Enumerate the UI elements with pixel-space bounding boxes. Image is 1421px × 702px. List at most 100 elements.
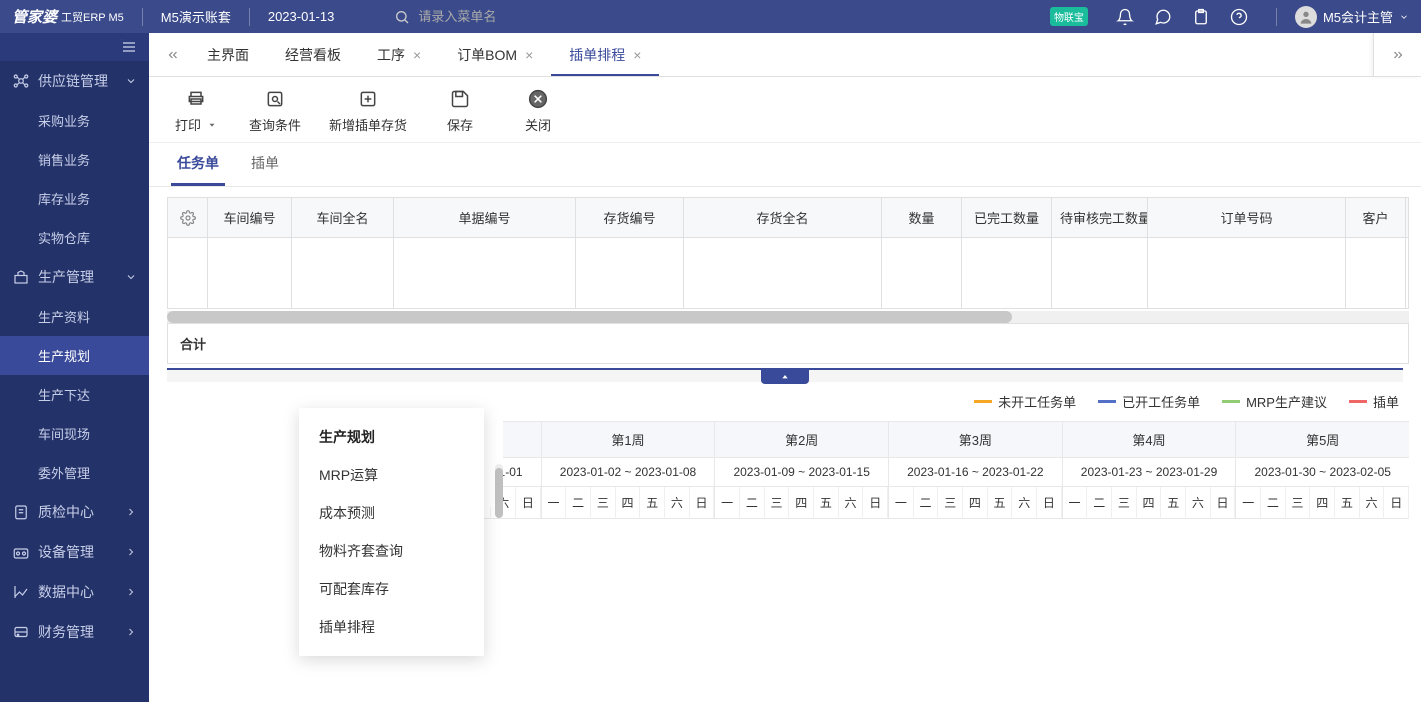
tab-prev-button[interactable] — [157, 33, 189, 76]
column-header[interactable]: 单据编号 — [394, 198, 576, 237]
menu-item[interactable]: 生产规划 — [0, 336, 149, 375]
menu-group-label: 数据中心 — [38, 582, 125, 602]
grid-settings-button[interactable] — [168, 198, 208, 237]
chevron-down-icon[interactable] — [1399, 12, 1409, 22]
column-header[interactable]: 已完工数量 — [962, 198, 1052, 237]
toolbar-打印[interactable]: 打印 — [171, 89, 221, 134]
submenu-item[interactable]: MRP运算 — [299, 456, 484, 494]
menu-group-1[interactable]: 生产管理 — [0, 257, 149, 297]
help-icon[interactable] — [1230, 8, 1248, 26]
menu-item[interactable]: 销售业务 — [0, 140, 149, 179]
gantt-day: 三 — [591, 487, 616, 519]
clipboard-icon[interactable] — [1192, 8, 1210, 26]
tab[interactable]: 工序× — [359, 33, 439, 76]
bell-icon[interactable] — [1116, 8, 1134, 26]
gantt-day: 日 — [863, 487, 888, 519]
tab-label: 订单BOM — [457, 45, 517, 65]
message-icon[interactable] — [1154, 8, 1172, 26]
submenu-item[interactable]: 插单排程 — [299, 608, 484, 646]
toolbar-新增插单存货[interactable]: 新增插单存货 — [329, 89, 407, 134]
toolbar-关闭[interactable]: 关闭 — [513, 89, 563, 134]
gantt-day: 四 — [789, 487, 814, 519]
grid-body[interactable] — [168, 238, 1408, 308]
chevron-icon — [125, 546, 137, 558]
gantt-day: 五 — [814, 487, 839, 519]
menu-item[interactable]: 委外管理 — [0, 453, 149, 492]
panel-collapse-handle[interactable] — [167, 368, 1403, 382]
search-input[interactable] — [418, 9, 538, 24]
submenu-item[interactable]: 物料齐套查询 — [299, 532, 484, 570]
menu-item[interactable]: 库存业务 — [0, 179, 149, 218]
subtab[interactable]: 任务单 — [171, 143, 225, 186]
toolbar-查询条件[interactable]: 查询条件 — [249, 89, 301, 134]
sidebar-collapse-button[interactable] — [0, 33, 149, 61]
menu-item[interactable]: 实物仓库 — [0, 218, 149, 257]
column-header[interactable]: 车间编号 — [208, 198, 292, 237]
menu-item[interactable]: 车间现场 — [0, 414, 149, 453]
menu-item[interactable]: 生产下达 — [0, 375, 149, 414]
user-name[interactable]: M5会计主管 — [1323, 7, 1393, 26]
gantt-week-col: 第2周2023-01-09 ~ 2023-01-15一二三四五六日 — [714, 421, 888, 519]
legend-item: 已开工任务单 — [1098, 392, 1200, 411]
avatar[interactable] — [1295, 6, 1317, 28]
gantt-day: 五 — [988, 487, 1013, 519]
tab[interactable]: 经营看板 — [267, 33, 359, 76]
gantt-range: 2023-01-02 ~ 2023-01-08 — [542, 458, 715, 487]
filter-scrollbar[interactable] — [495, 464, 503, 507]
gantt-day: 四 — [1137, 487, 1162, 519]
tool-label: 关闭 — [525, 115, 551, 134]
sidebar: 供应链管理采购业务销售业务库存业务实物仓库生产管理生产资料生产规划生产下达车间现… — [0, 33, 149, 702]
menu-item[interactable]: 生产资料 — [0, 297, 149, 336]
tab[interactable]: 主界面 — [189, 33, 267, 76]
tool-label: 打印 — [175, 115, 201, 134]
search-box[interactable] — [394, 9, 538, 25]
tab-close-icon[interactable]: × — [525, 47, 533, 63]
legend-item: MRP生产建议 — [1222, 392, 1327, 411]
gantt-day: 三 — [938, 487, 963, 519]
legend-swatch — [1349, 400, 1367, 403]
tab[interactable]: 订单BOM × — [439, 33, 551, 76]
iot-badge[interactable]: 物联宝 — [1050, 7, 1088, 26]
menu-group-0[interactable]: 供应链管理 — [0, 61, 149, 101]
column-header[interactable]: 订单号码 — [1148, 198, 1346, 237]
menu-group-2[interactable]: 质检中心 — [0, 492, 149, 532]
submenu-item[interactable]: 生产规划 — [299, 418, 484, 456]
column-header[interactable]: 车间全名 — [292, 198, 394, 237]
toolbar-保存[interactable]: 保存 — [435, 89, 485, 134]
gantt-week-label: 第2周 — [715, 422, 888, 458]
total-label: 合计 — [168, 324, 218, 363]
column-header[interactable]: 待审核完工数量 — [1052, 198, 1148, 237]
column-header[interactable]: 存货全名 — [684, 198, 882, 237]
menu-group-label: 设备管理 — [38, 542, 125, 562]
menu-group-4[interactable]: 数据中心 — [0, 572, 149, 612]
menu-item[interactable]: 采购业务 — [0, 101, 149, 140]
gantt-range: 2023-01-16 ~ 2023-01-22 — [889, 458, 1062, 487]
divider — [142, 8, 143, 26]
tool-label: 新增插单存货 — [329, 115, 407, 134]
tab-close-icon[interactable]: × — [413, 47, 421, 63]
gantt-chart[interactable]: 第52周2022-12-26 ~ 2023-01-01一二三四五六日第1周202… — [349, 421, 1421, 519]
column-header[interactable]: 数量 — [882, 198, 962, 237]
gantt-week-label: 第1周 — [542, 422, 715, 458]
column-header[interactable]: 存货编号 — [576, 198, 684, 237]
submenu-item[interactable]: 可配套库存 — [299, 570, 484, 608]
gantt-day: 四 — [1310, 487, 1335, 519]
menu-group-5[interactable]: 财务管理 — [0, 612, 149, 652]
submenu-item[interactable]: 成本预测 — [299, 494, 484, 532]
gantt-day: 日 — [1037, 487, 1062, 519]
menu-group-3[interactable]: 设备管理 — [0, 532, 149, 572]
grid-hscrollbar[interactable] — [167, 311, 1409, 323]
gantt-day: 二 — [566, 487, 591, 519]
tab-close-icon[interactable]: × — [633, 47, 641, 63]
tab-more-button[interactable] — [1373, 33, 1421, 77]
chevron-icon — [125, 75, 137, 87]
dropdown-icon[interactable] — [207, 120, 217, 130]
gantt-day: 二 — [1087, 487, 1112, 519]
gantt-range: 2023-01-23 ~ 2023-01-29 — [1063, 458, 1236, 487]
tab[interactable]: 插单排程× — [551, 33, 659, 76]
menu-group-label: 生产管理 — [38, 267, 125, 287]
chevron-icon — [125, 506, 137, 518]
column-header[interactable]: 客户 — [1346, 198, 1406, 237]
subtab[interactable]: 插单 — [245, 143, 285, 186]
gantt-day: 日 — [1211, 487, 1236, 519]
